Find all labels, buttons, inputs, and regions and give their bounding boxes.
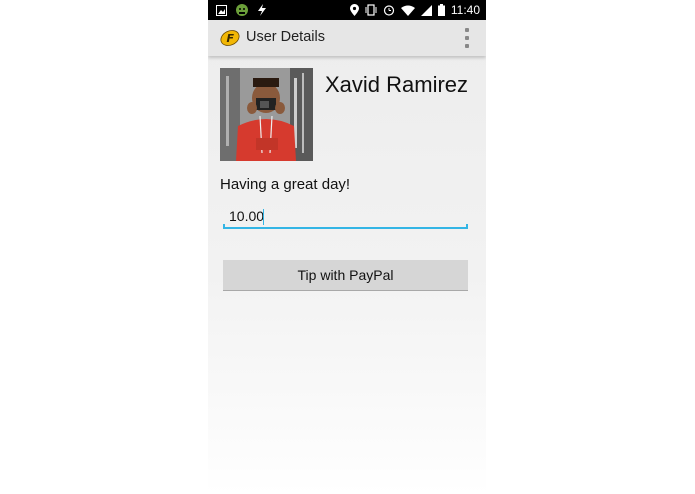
signal-icon <box>420 4 432 16</box>
app-logo-icon[interactable]: F <box>220 28 240 48</box>
battery-icon <box>437 4 445 16</box>
location-icon <box>349 4 359 16</box>
vibrate-icon <box>365 4 377 16</box>
profile-name: Xavid Ramirez <box>325 72 469 97</box>
image-icon <box>216 4 227 16</box>
input-underline-left-tick <box>223 224 225 229</box>
overflow-menu-icon[interactable] <box>464 28 470 48</box>
app-bar: F User Details <box>208 20 486 56</box>
input-underline <box>223 227 468 229</box>
app-title: User Details <box>246 29 325 45</box>
profile-photo <box>220 68 313 161</box>
svg-text:F: F <box>227 32 235 45</box>
bolt-icon <box>258 4 266 16</box>
text-cursor <box>263 209 264 225</box>
status-bar: 11:40 <box>208 0 486 20</box>
profile-status-message: Having a great day! <box>220 176 351 193</box>
status-time: 11:40 <box>450 3 480 17</box>
alarm-icon <box>383 5 394 16</box>
input-underline-right-tick <box>466 224 468 229</box>
tip-amount-value: 10.00 <box>229 208 265 224</box>
android-icon <box>236 4 248 16</box>
wifi-icon <box>400 5 415 16</box>
tip-with-paypal-button[interactable]: Tip with PayPal <box>223 260 468 291</box>
tip-amount-input[interactable]: 10.00 <box>223 205 468 229</box>
phone-screen: 11:40 F User Details Xavid Ramirez Havin… <box>208 0 486 494</box>
avatar <box>220 68 313 161</box>
